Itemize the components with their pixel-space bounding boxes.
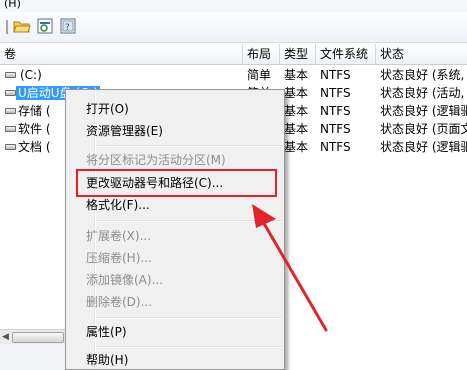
volume-name: 存储 ( <box>18 104 51 118</box>
volume-type: 基本 <box>284 104 309 118</box>
volume-status: 状态良好 (页面文 <box>380 122 467 136</box>
volume-name: (C:) <box>20 68 42 82</box>
column-header-filesystem[interactable]: 文件系统 <box>316 44 376 64</box>
volume-type: 基本 <box>284 140 309 154</box>
menu-item-mark-active[interactable]: 将分区标记为活动分区(M) <box>86 150 226 170</box>
properties-icon[interactable] <box>35 16 55 36</box>
scrollbar-thumb[interactable] <box>12 332 64 343</box>
horizontal-scrollbar[interactable]: ◀ <box>0 329 65 344</box>
scroll-left-arrow-icon[interactable]: ◀ <box>2 332 9 342</box>
volume-table-header: 卷 布局 类型 文件系统 状态 <box>0 44 467 65</box>
context-menu: 打开(O) 资源管理器(E) 将分区标记为活动分区(M) 更改驱动器号和路径(C… <box>65 89 285 370</box>
menu-separator <box>96 317 282 319</box>
menu-bar: (H) <box>0 0 467 12</box>
drive-icon <box>5 144 16 150</box>
menu-item-add-mirror[interactable]: 添加镜像(A)... <box>86 270 163 290</box>
drive-icon <box>5 90 16 96</box>
menu-separator <box>96 145 282 147</box>
volume-status: 状态良好 (活动, <box>380 86 465 100</box>
volume-filesystem: NTFS <box>320 86 351 100</box>
separator-icon <box>6 20 8 34</box>
column-header-volume[interactable]: 卷 <box>0 44 243 64</box>
menu-item-format[interactable]: 格式化(F)... <box>86 195 150 215</box>
volume-filesystem: NTFS <box>320 140 351 154</box>
volume-status: 状态良好 (逻辑驱 <box>380 140 467 154</box>
column-header-status[interactable]: 状态 <box>376 44 467 64</box>
menu-item-extend-volume[interactable]: 扩展卷(X)... <box>86 226 151 246</box>
volume-name: 文档 ( <box>18 140 51 154</box>
table-row[interactable]: (C:) 简单 基本 NTFS 状态良好 (系统, <box>0 66 467 84</box>
menu-item-properties[interactable]: 属性(P) <box>86 322 127 342</box>
volume-layout: 简单 <box>247 68 272 82</box>
menu-separator <box>96 346 282 348</box>
toolbar: ? <box>0 12 467 43</box>
menu-item-shrink-volume[interactable]: 压缩卷(H)... <box>86 248 152 268</box>
help-icon[interactable]: ? <box>58 16 78 36</box>
column-header-layout[interactable]: 布局 <box>243 44 280 64</box>
menu-help-fragment[interactable]: (H) <box>4 0 21 9</box>
menu-item-help[interactable]: 帮助(H) <box>86 350 128 370</box>
menu-item-open[interactable]: 打开(O) <box>86 99 129 119</box>
svg-text:?: ? <box>65 23 70 33</box>
volume-filesystem: NTFS <box>320 104 351 118</box>
disk-map-area <box>0 344 65 370</box>
volume-filesystem: NTFS <box>320 68 351 82</box>
volume-type: 基本 <box>284 86 309 100</box>
menu-item-delete-volume[interactable]: 删除卷(D)... <box>86 292 152 312</box>
drive-icon <box>5 72 16 78</box>
volume-type: 基本 <box>284 122 309 136</box>
drive-icon <box>5 108 16 114</box>
volume-filesystem: NTFS <box>320 122 351 136</box>
open-folder-icon[interactable] <box>12 16 32 36</box>
volume-name: 软件 ( <box>18 122 51 136</box>
drive-icon <box>5 126 16 132</box>
highlight-annotation-box <box>76 169 277 197</box>
volume-status: 状态良好 (逻辑驱 <box>380 104 467 118</box>
column-header-type[interactable]: 类型 <box>280 44 316 64</box>
menu-separator <box>96 220 282 222</box>
menu-item-explorer[interactable]: 资源管理器(E) <box>86 121 163 141</box>
volume-status: 状态良好 (系统, <box>380 68 465 82</box>
volume-type: 基本 <box>284 68 309 82</box>
